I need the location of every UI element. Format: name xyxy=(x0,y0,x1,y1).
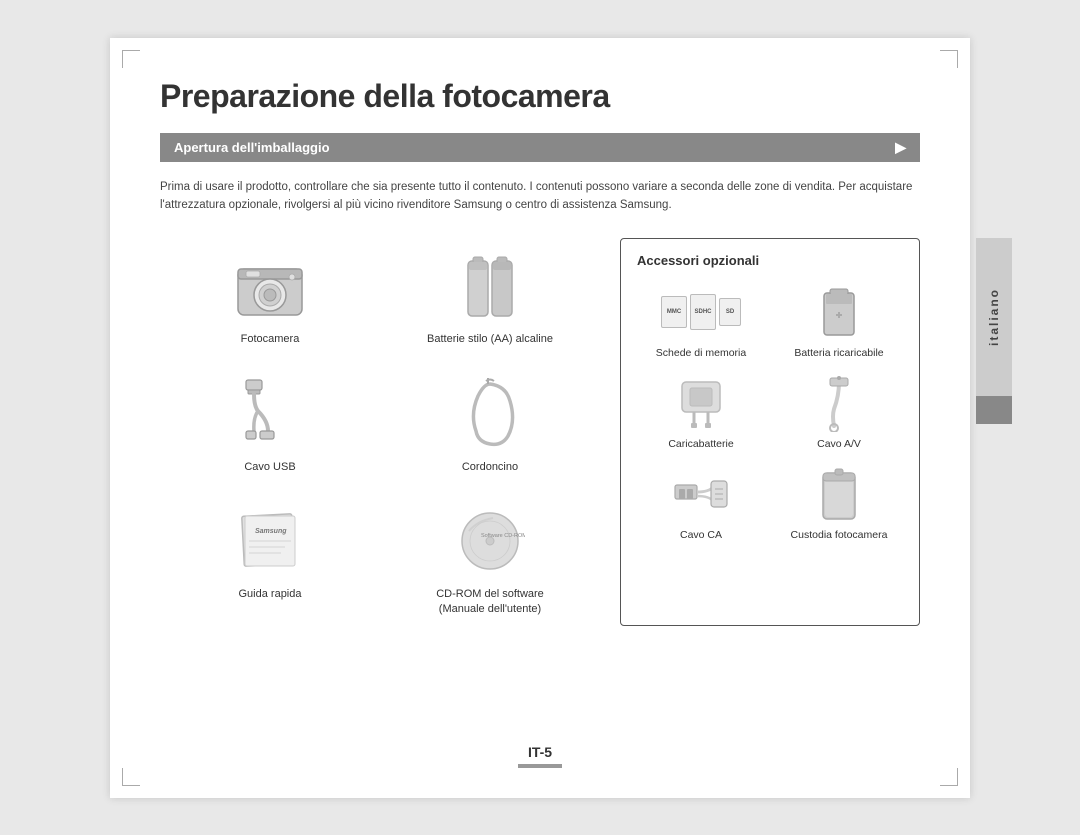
language-accent xyxy=(976,396,1012,424)
list-item: Samsung Guida rapida xyxy=(160,493,380,626)
ca-cable-label: Cavo CA xyxy=(680,529,722,541)
memory-cards-label: Schede di memoria xyxy=(656,347,746,359)
strap-icon xyxy=(458,374,523,454)
rechargeable-battery-label: Batteria ricaricabile xyxy=(794,347,883,359)
list-item: Fotocamera xyxy=(160,238,380,355)
usb-cable-icon xyxy=(238,374,303,454)
guide-label: Guida rapida xyxy=(239,587,302,602)
section-header: Apertura dell'imballaggio ▶ xyxy=(160,133,920,162)
corner-mark-br xyxy=(940,768,958,786)
rechargeable-battery-icon xyxy=(814,282,864,342)
list-item: Batteria ricaricabile xyxy=(775,282,903,359)
camera-case-icon xyxy=(817,464,861,524)
section-header-label: Apertura dell'imballaggio xyxy=(174,140,330,155)
cd-rom-icon: Software CD-ROM xyxy=(455,501,525,581)
ca-cable-icon xyxy=(671,464,731,524)
included-items-grid: Fotocamera Batterie stilo (AA) alcaline xyxy=(160,238,600,626)
main-content: Fotocamera Batterie stilo (AA) alcaline xyxy=(160,238,920,626)
cd-rom-label: CD-ROM del software(Manuale dell'utente) xyxy=(436,587,544,618)
camera-case-label: Custodia fotocamera xyxy=(791,529,888,541)
batteries-label: Batterie stilo (AA) alcaline xyxy=(427,332,553,347)
charger-label: Caricabatterie xyxy=(668,438,733,450)
usb-cable-label: Cavo USB xyxy=(244,460,295,475)
list-item: Cavo USB xyxy=(160,366,380,483)
corner-mark-tr xyxy=(940,50,958,68)
strap-label: Cordoncino xyxy=(462,460,518,475)
av-cable-label: Cavo A/V xyxy=(817,438,861,450)
page-number-section: IT-5 xyxy=(518,744,562,768)
list-item: Cordoncino xyxy=(380,366,600,483)
camera-label: Fotocamera xyxy=(241,332,300,347)
list-item: Software CD-ROM CD-ROM del software(Manu… xyxy=(380,493,600,626)
accessories-title: Accessori opzionali xyxy=(637,253,903,268)
batteries-icon xyxy=(460,246,520,326)
corner-mark-bl xyxy=(122,768,140,786)
section-header-arrow: ▶ xyxy=(895,139,906,156)
intro-text: Prima di usare il prodotto, controllare … xyxy=(160,178,920,215)
svg-text:Samsung: Samsung xyxy=(255,528,287,535)
list-item: Custodia fotocamera xyxy=(775,464,903,541)
accessories-box: Accessori opzionali MMC SDHC SD Schede d… xyxy=(620,238,920,626)
page-number-accent xyxy=(518,764,562,768)
list-item: Caricabatterie xyxy=(637,373,765,450)
accessories-grid: MMC SDHC SD Schede di memoria xyxy=(637,282,903,541)
list-item: Cavo CA xyxy=(637,464,765,541)
page-number: IT-5 xyxy=(518,744,562,760)
list-item: MMC SDHC SD Schede di memoria xyxy=(637,282,765,359)
memory-cards-icon: MMC SDHC SD xyxy=(661,282,741,342)
svg-text:Software CD-ROM: Software CD-ROM xyxy=(481,533,525,539)
av-cable-icon xyxy=(814,373,864,433)
guide-icon: Samsung xyxy=(235,501,305,581)
camera-icon xyxy=(230,246,310,326)
charger-icon xyxy=(672,373,730,433)
language-sidebar: italiano xyxy=(976,238,1012,424)
page-title: Preparazione della fotocamera xyxy=(160,78,920,115)
corner-mark-tl xyxy=(122,50,140,68)
list-item: Cavo A/V xyxy=(775,373,903,450)
language-label: italiano xyxy=(976,238,1012,396)
list-item: Batterie stilo (AA) alcaline xyxy=(380,238,600,355)
